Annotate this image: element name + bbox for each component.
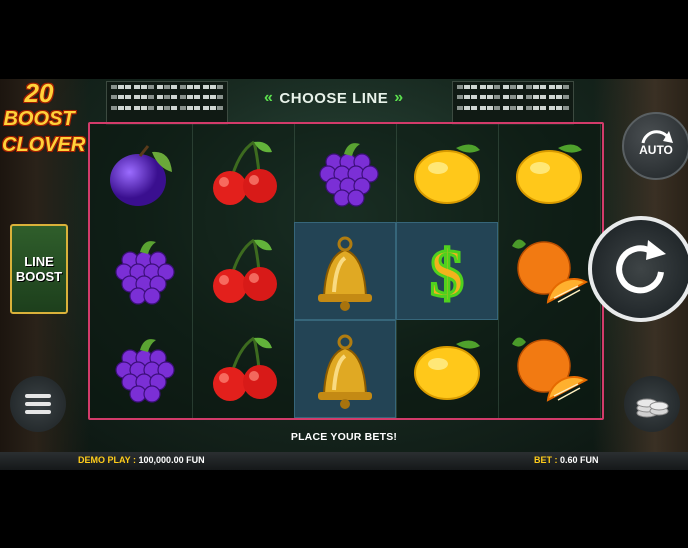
payline-pattern xyxy=(549,85,569,115)
balance-label: DEMO PLAY : xyxy=(78,455,137,465)
lemon-icon xyxy=(414,144,480,204)
coins-icon xyxy=(636,398,669,418)
reel-cell xyxy=(192,124,294,222)
plum-icon xyxy=(110,145,172,206)
reel-2 xyxy=(192,124,295,418)
reel-cell xyxy=(294,320,396,418)
reel-3 xyxy=(294,124,397,418)
spin-arrow-icon xyxy=(616,240,666,294)
grapes-icon xyxy=(115,241,175,305)
orange-icon xyxy=(512,337,589,402)
chevron-left-icon: « xyxy=(264,89,274,106)
bet-value: 0.60 FUN xyxy=(560,455,599,465)
lemon-icon xyxy=(414,340,480,400)
reel-cell xyxy=(396,124,498,222)
line-boost-label-1: LINE xyxy=(24,254,54,269)
bet-display: BET : 0.60 FUN xyxy=(534,455,599,465)
payline-pattern xyxy=(526,85,546,115)
payline-pattern xyxy=(180,85,200,115)
logo-line-3: CLOVER xyxy=(2,134,86,156)
orange-icon xyxy=(512,239,589,304)
lemon-icon xyxy=(516,144,582,204)
logo-line-2: BOOST xyxy=(3,108,75,130)
cherry-icon xyxy=(213,238,277,303)
line-boost-label-2: BOOST xyxy=(15,269,63,284)
reel-1 xyxy=(90,124,193,418)
line-boost-button[interactable]: LINE BOOST xyxy=(10,224,68,314)
bottom-bar: DEMO PLAY : 100,000.00 FUN BET : 0.60 FU… xyxy=(0,452,688,470)
payline-pattern xyxy=(203,85,223,115)
grapes-icon xyxy=(319,143,379,207)
reel-cell xyxy=(90,222,192,320)
menu-icon xyxy=(25,394,51,414)
logo-line-1: 20 xyxy=(24,78,54,108)
payline-pattern xyxy=(503,85,523,115)
cherry-icon xyxy=(213,140,277,205)
choose-line-label: CHOOSE LINE xyxy=(279,89,389,107)
reel-cell xyxy=(498,222,600,320)
payline-pattern xyxy=(457,85,477,115)
reel-cell xyxy=(498,124,600,222)
dollar-icon: $ xyxy=(429,234,466,313)
reel-cell: $ xyxy=(396,222,498,320)
cherry-icon xyxy=(213,336,277,401)
paylines-table-left xyxy=(106,81,228,125)
reel-cell xyxy=(396,320,498,418)
reel-cell xyxy=(294,222,396,320)
grapes-icon xyxy=(115,339,175,403)
reel-cell xyxy=(498,320,600,418)
chevron-right-icon: » xyxy=(394,89,404,106)
reel-cell xyxy=(192,222,294,320)
payline-pattern xyxy=(157,85,177,115)
paylines-table-right xyxy=(452,81,574,125)
reel-cell xyxy=(90,124,192,222)
status-message: PLACE YOUR BETS! xyxy=(290,431,398,443)
bell-icon xyxy=(318,236,372,311)
game-logo: 20 BOOST CLOVER xyxy=(2,78,86,164)
reels-grid: $ xyxy=(88,122,604,420)
svg-text:$: $ xyxy=(430,235,464,311)
choose-line-button[interactable]: « CHOOSE LINE » xyxy=(264,86,404,110)
reel-5 xyxy=(498,124,601,418)
auto-spin-button[interactable]: AUTO xyxy=(622,112,688,180)
bet-label: BET : xyxy=(534,455,558,465)
reel-cell xyxy=(90,320,192,418)
balance-display: DEMO PLAY : 100,000.00 FUN xyxy=(78,455,205,465)
balance-value: 100,000.00 FUN xyxy=(138,455,205,465)
reel-cell xyxy=(192,320,294,418)
payline-pattern xyxy=(111,85,131,115)
bell-icon xyxy=(318,334,372,409)
reel-4: $ xyxy=(396,124,499,418)
auto-label: AUTO xyxy=(639,143,673,157)
payline-pattern xyxy=(480,85,500,115)
spin-button[interactable] xyxy=(588,216,688,322)
payline-pattern xyxy=(134,85,154,115)
menu-button[interactable] xyxy=(10,376,66,432)
reel-cell xyxy=(294,124,396,222)
bet-settings-button[interactable] xyxy=(624,376,680,432)
